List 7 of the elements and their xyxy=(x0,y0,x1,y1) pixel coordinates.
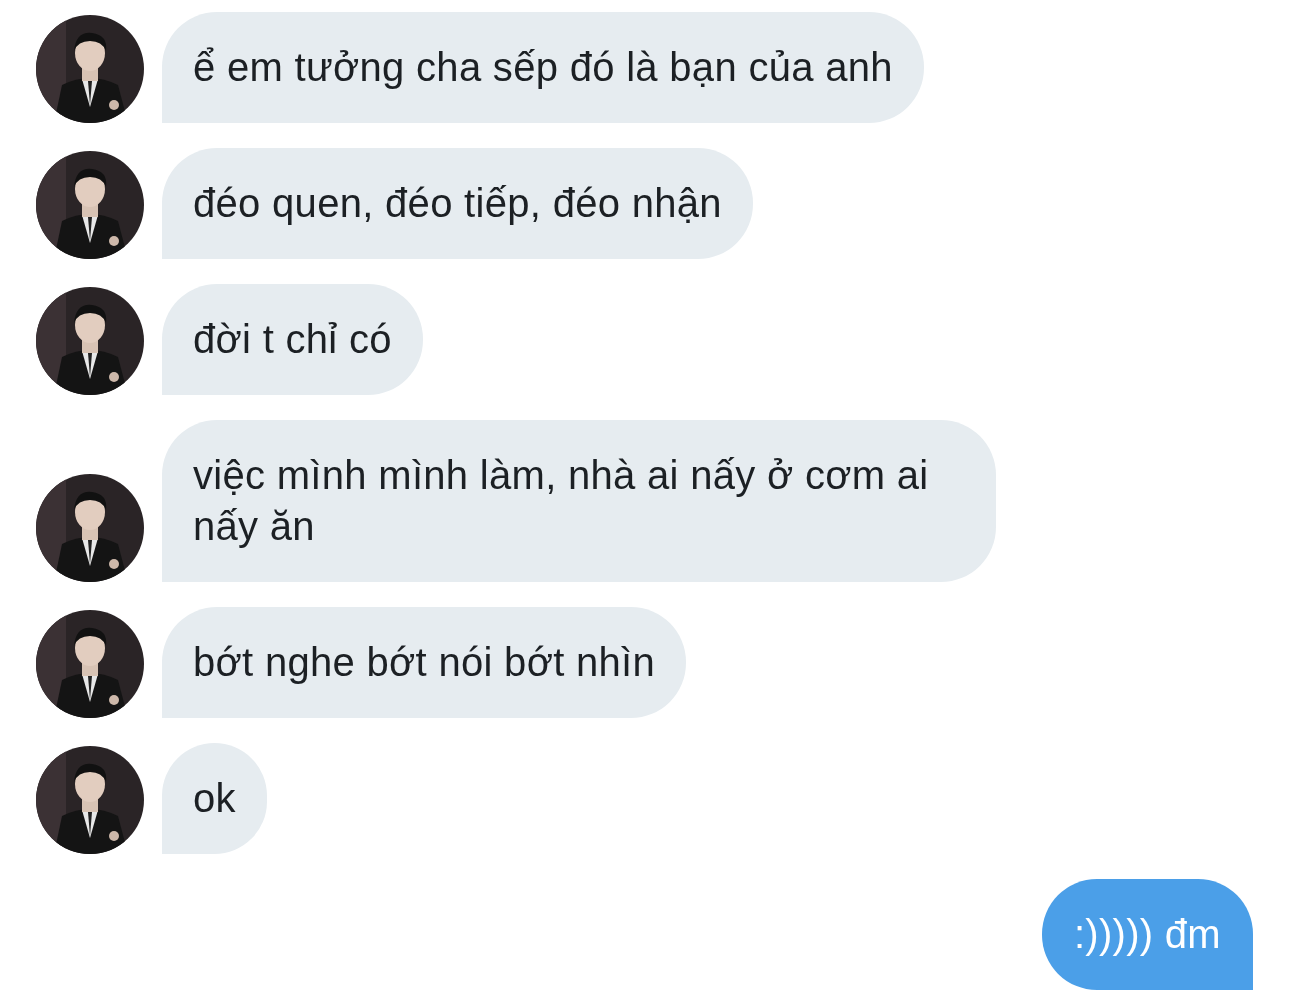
message-bubble: đời t chỉ có xyxy=(162,284,423,395)
message-bubble: ok xyxy=(162,743,267,854)
message-bubble: đéo quen, đéo tiếp, đéo nhận xyxy=(162,148,753,259)
message-bubble: :))))) đm xyxy=(1041,879,1253,990)
message-bubble: ể em tưởng cha sếp đó là bạn của anh xyxy=(162,12,924,123)
message-bubble: bớt nghe bớt nói bớt nhìn xyxy=(162,607,687,718)
message-bubble: việc mình mình làm, nhà ai nấy ở cơm ai nấy ăn xyxy=(162,420,996,582)
